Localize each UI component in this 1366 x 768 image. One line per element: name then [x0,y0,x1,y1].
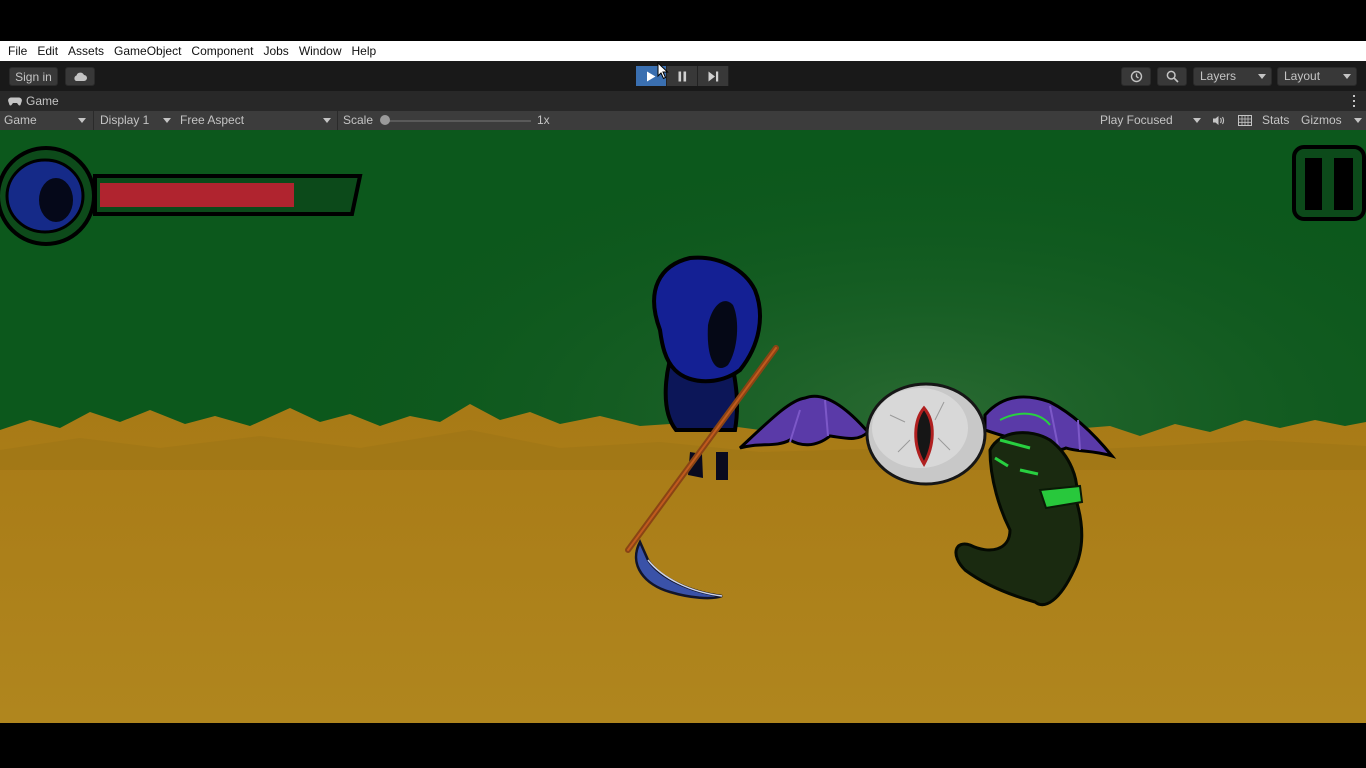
layout-label: Layout [1284,69,1321,83]
menu-help[interactable]: Help [347,41,382,61]
menu-window[interactable]: Window [294,41,347,61]
chevron-down-icon [78,118,86,123]
keyboard-icon [1238,115,1252,126]
display-dropdown[interactable]: Display 1 [96,111,175,130]
cloud-button[interactable] [65,67,95,86]
player-health-bar [93,174,363,216]
divider [93,111,94,130]
history-icon [1130,70,1142,83]
chevron-down-icon [323,118,331,123]
scale-slider-track[interactable] [386,120,531,122]
tab-game-label: Game [26,94,59,108]
game-window-tabbar: Game [0,91,1366,111]
history-button[interactable] [1121,67,1151,86]
chevron-down-icon [1343,74,1351,79]
chevron-down-icon [163,118,171,123]
game-scene [0,130,1366,723]
speaker-icon [1213,116,1225,125]
game-view-controls: Game Display 1 Free Aspect Scale 1x Play… [0,111,1366,130]
layers-label: Layers [1200,69,1237,83]
play-icon [647,71,656,81]
keyboard-shortcuts-button[interactable] [1234,111,1258,130]
health-bar-fill [100,183,294,207]
gamepad-icon [8,97,22,106]
aspect-label: Free Aspect [180,113,245,127]
step-button[interactable] [698,66,729,86]
menu-bar: File Edit Assets GameObject Component Jo… [0,41,1366,61]
menu-gameobject[interactable]: GameObject [109,41,186,61]
display-label: Display 1 [100,113,150,127]
play-mode-dropdown[interactable]: Play Focused [1096,111,1205,130]
search-button[interactable] [1157,67,1187,86]
cloud-icon [74,72,87,81]
tab-game[interactable]: Game [0,91,67,111]
menu-assets[interactable]: Assets [63,41,109,61]
play-mode-label: Play Focused [1100,113,1173,127]
scale-label: Scale [343,113,374,127]
view-mode-dropdown[interactable]: Game [0,111,90,130]
menu-jobs[interactable]: Jobs [258,41,293,61]
more-options-icon[interactable] [1352,95,1356,107]
pause-button[interactable] [667,66,698,86]
mute-audio-button[interactable] [1208,111,1230,130]
chevron-down-icon [1354,118,1362,123]
pause-game-button[interactable] [1292,145,1366,221]
menu-edit[interactable]: Edit [32,41,63,61]
stats-button[interactable]: Stats [1258,111,1296,130]
screen-bottom-border [0,723,1366,768]
mouse-cursor-icon [657,62,669,80]
scale-value: 1x [537,113,550,127]
sign-in-button[interactable]: Sign in [9,67,58,86]
layout-dropdown[interactable]: Layout [1277,67,1357,86]
pause-icon [678,71,686,81]
aspect-dropdown[interactable]: Free Aspect [176,111,335,130]
menu-component[interactable]: Component [186,41,258,61]
gizmos-button[interactable]: Gizmos [1297,111,1349,130]
search-icon [1166,70,1179,83]
layers-dropdown[interactable]: Layers [1193,67,1272,86]
player-portrait [0,146,96,246]
menu-file[interactable]: File [3,41,32,61]
gizmos-dropdown[interactable] [1349,111,1366,130]
divider [337,111,338,130]
scale-slider-handle[interactable] [380,115,390,125]
chevron-down-icon [1193,118,1201,123]
step-icon [708,71,718,81]
playmode-controls [636,66,729,86]
pause-icon [1305,158,1322,210]
chevron-down-icon [1258,74,1266,79]
screen-top-border [0,0,1366,41]
game-viewport[interactable] [0,130,1366,723]
view-mode-label: Game [4,113,37,127]
